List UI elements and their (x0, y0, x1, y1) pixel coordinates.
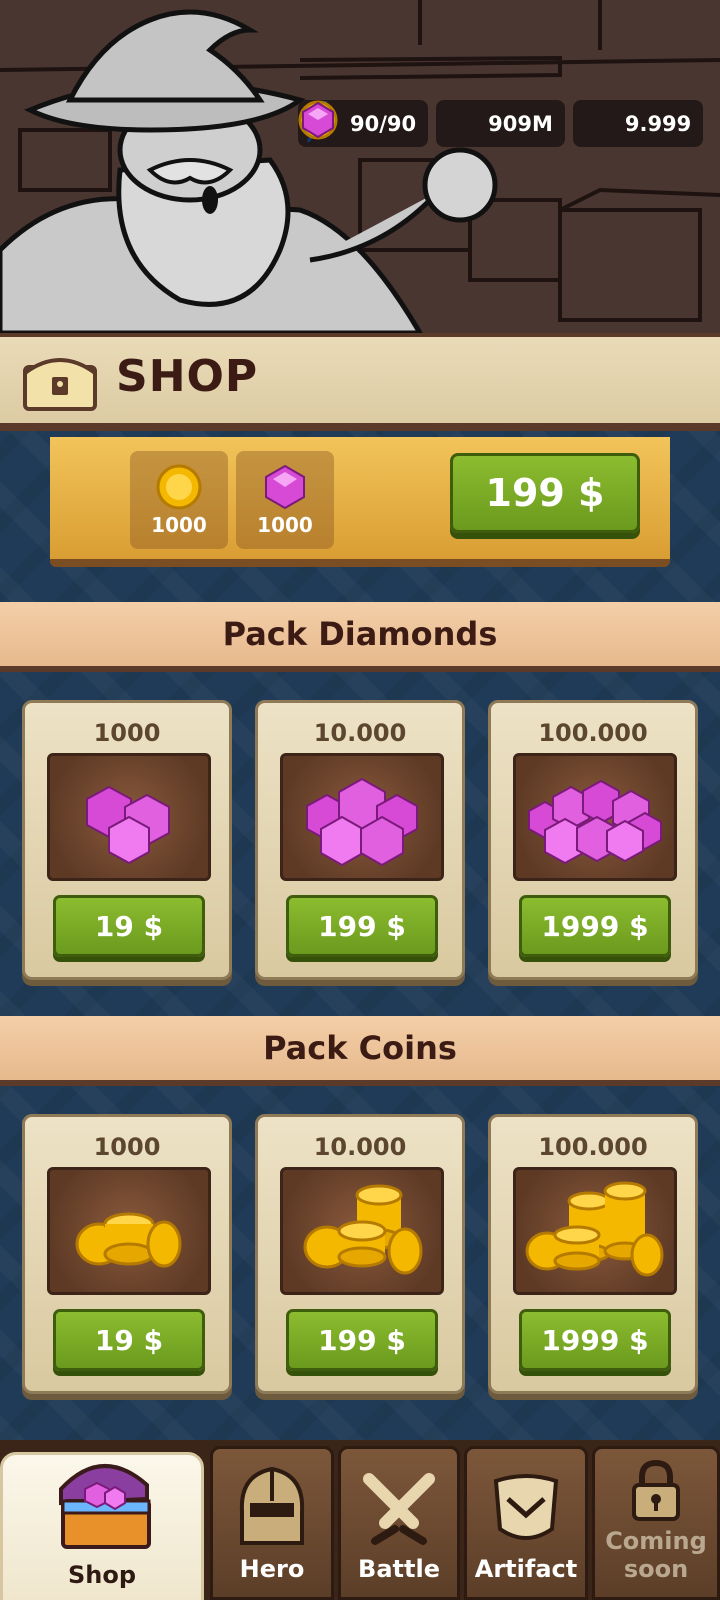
tab-label: Artifact (474, 1555, 578, 1583)
armor-icon (493, 1474, 559, 1540)
coin-icon (298, 100, 480, 144)
helmet-icon (239, 1466, 305, 1545)
pack-amount: 10.000 (313, 719, 407, 747)
coins-value: 909M (488, 111, 553, 136)
pack-amount: 100.000 (538, 1133, 648, 1161)
pack-amount: 10.000 (313, 1133, 407, 1161)
bundle-item-coins: 1000 (130, 451, 228, 549)
page-title: SHOP (116, 351, 259, 402)
coin-pack-card: 1000 19 $ (22, 1114, 232, 1394)
gem-icon (302, 101, 617, 144)
bundle-item-gems: 1000 (236, 451, 334, 549)
coin-pack-card: 100.000 1999 $ (488, 1114, 698, 1394)
crossed-swords-icon (363, 1473, 435, 1545)
coin-pile-small-icon (47, 1167, 211, 1295)
tab-label: Hero (239, 1555, 305, 1583)
hero-banner: 90/90 909M 9.999 (0, 0, 720, 333)
gem-icon (261, 461, 309, 513)
coins-counter: 909M (298, 100, 565, 147)
pack-amount: 100.000 (538, 719, 648, 747)
section-title-coins: Pack Coins (0, 1016, 720, 1086)
gems-counter: 9.999 (302, 100, 704, 147)
coin-icon (155, 461, 203, 513)
coin-pack-card: 10.000 199 $ (255, 1114, 465, 1394)
tab-label: Coming soon (605, 1527, 707, 1583)
gem-pile-medium-icon (280, 753, 444, 881)
shop-header: SHOP (0, 333, 720, 431)
diamond-pack-card: 1000 19 $ (22, 700, 232, 980)
bottom-nav: Shop Hero Battle Artifact Coming soon (0, 1440, 720, 1600)
bundle-buy-button[interactable]: 199 $ (450, 453, 640, 533)
bundle-item-amount: 1000 (151, 513, 207, 537)
buy-button[interactable]: 199 $ (286, 895, 438, 957)
buy-button[interactable]: 1999 $ (519, 1309, 671, 1371)
buy-button[interactable]: 199 $ (286, 1309, 438, 1371)
energy-value: 90/90 (350, 111, 417, 136)
coin-pile-large-icon (513, 1167, 677, 1295)
tab-artifact[interactable]: Artifact (464, 1446, 588, 1600)
section-title-diamonds: Pack Diamonds (0, 602, 720, 672)
tab-hero[interactable]: Hero (210, 1446, 334, 1600)
pack-amount: 1000 (93, 719, 161, 747)
tab-coming-soon: Coming soon (592, 1446, 720, 1600)
coin-pile-medium-icon (280, 1167, 444, 1295)
chest-icon (23, 358, 97, 411)
currency-bar: 90/90 909M 9.999 (298, 100, 704, 147)
treasure-chest-icon (59, 1463, 151, 1549)
buy-button[interactable]: 1999 $ (519, 895, 671, 957)
buy-button[interactable]: 19 $ (53, 1309, 205, 1371)
tab-label: Battle (358, 1555, 440, 1583)
gem-pile-small-icon (47, 753, 211, 881)
bundle-offer: 1000 1000 199 $ (50, 437, 670, 567)
diamond-pack-card: 100.000 1999 $ (488, 700, 698, 980)
buy-button[interactable]: 19 $ (53, 895, 205, 957)
gems-value: 9.999 (624, 111, 692, 136)
wizard-illustration (0, 0, 720, 333)
tab-shop[interactable]: Shop (0, 1452, 204, 1600)
gem-pile-large-icon (513, 753, 677, 881)
diamond-pack-card: 10.000 199 $ (255, 700, 465, 980)
lock-icon (632, 1459, 680, 1521)
bundle-item-amount: 1000 (257, 513, 313, 537)
tab-label: Shop (67, 1561, 137, 1589)
tab-battle[interactable]: Battle (338, 1446, 460, 1600)
pack-amount: 1000 (93, 1133, 161, 1161)
